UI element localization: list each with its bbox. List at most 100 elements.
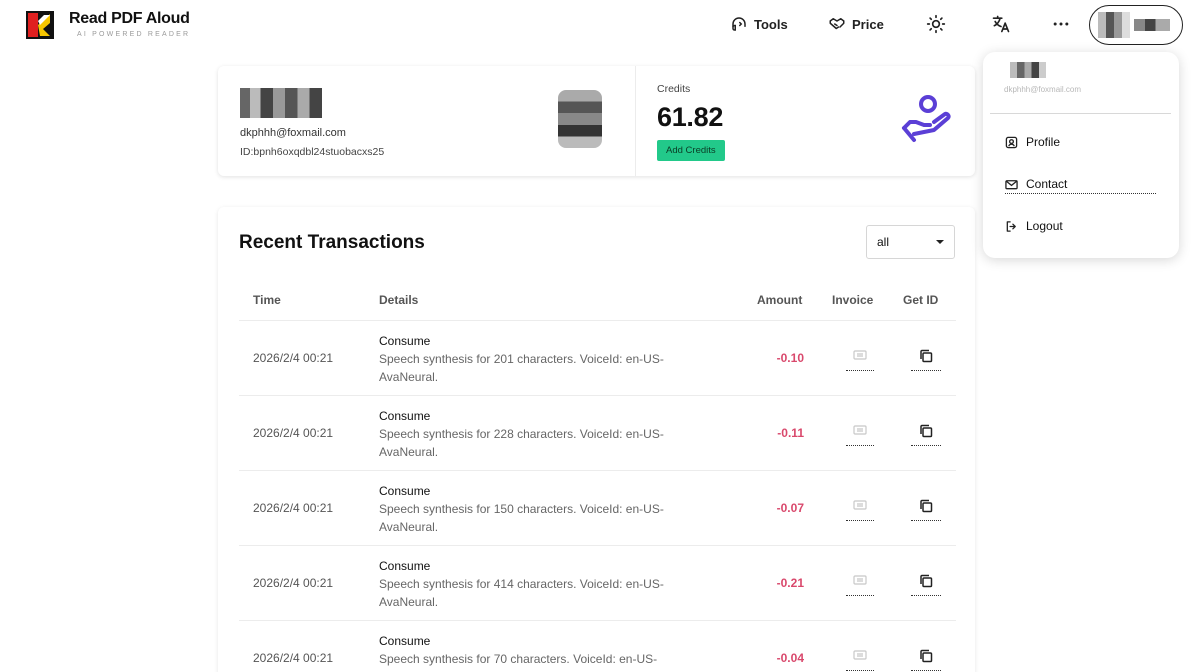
user-dropdown-menu: dkphhh@foxmail.com Profile Contact Logou… [983,52,1179,258]
row-description: Speech synthesis for 201 characters. Voi… [379,352,664,384]
transactions-title: Recent Transactions [239,232,425,253]
table-row: 2026/2/4 00:21 Consume Speech synthesis … [239,470,956,545]
row-description: Speech synthesis for 150 characters. Voi… [379,502,664,534]
receipt-icon [853,650,867,660]
copy-id-button[interactable] [911,574,941,596]
language-button[interactable] [990,13,1012,35]
column-header-get-id: Get ID [903,293,939,307]
dropdown-user-name-blurred [1010,62,1046,78]
theme-toggle-button[interactable] [925,13,947,35]
row-time: 2026/2/4 00:21 [253,351,334,365]
row-time: 2026/2/4 00:21 [253,651,334,665]
top-nav-bar: Read PDF Aloud AI POWERED READER Tools P… [0,0,1200,50]
profile-email: dkphhh@foxmail.com [240,127,346,139]
profile-icon [1005,136,1018,148]
nav-tools-label: Tools [754,16,788,32]
user-name-blurred [1134,19,1170,31]
brand-subtitle: AI POWERED READER [77,31,191,38]
row-amount: -0.11 [777,426,804,440]
copy-icon [920,574,933,588]
credits-value: 61.82 [657,102,724,132]
table-row: 2026/2/4 00:21 Consume Speech synthesis … [239,320,956,395]
row-type: Consume [379,484,431,498]
row-amount: -0.04 [776,651,804,665]
dropdown-email: dkphhh@foxmail.com [1004,85,1082,94]
more-button[interactable] [1050,13,1072,35]
profile-info: dkphhh@foxmail.com ID:bpnh6oxqdbl24stuob… [218,66,636,176]
dropdown-divider [990,113,1171,114]
nav-tools[interactable]: Tools [730,15,788,33]
row-description: Speech synthesis for 414 characters. Voi… [379,577,664,609]
nav-price[interactable]: Price [828,15,884,33]
copy-id-button[interactable] [911,424,941,446]
transactions-card: Recent Transactions all Time Details Amo… [218,207,975,672]
receipt-icon [853,425,867,435]
table-row: 2026/2/4 00:21 Consume Speech synthesis … [239,620,956,672]
transaction-filter-select[interactable]: all [866,225,955,259]
brand-title: Read PDF Aloud [69,10,190,27]
logout-icon [1006,220,1016,232]
invoice-button [846,499,874,521]
hand-coin-icon [902,95,951,142]
row-type: Consume [379,409,431,423]
card-divider [635,66,636,176]
row-type: Consume [379,634,431,648]
row-description: Speech synthesis for 70 characters. Voic… [379,652,658,672]
add-credits-button[interactable]: Add Credits [657,140,725,161]
row-type: Consume [379,559,431,573]
mail-icon [1005,179,1018,189]
user-menu-button[interactable] [1089,5,1183,45]
row-description: Speech synthesis for 228 characters. Voi… [379,427,664,459]
table-row: 2026/2/4 00:21 Consume Speech synthesis … [239,395,956,470]
copy-icon [920,649,933,663]
profile-avatar [558,90,602,148]
sun-icon [926,14,946,34]
row-time: 2026/2/4 00:21 [253,426,334,440]
copy-id-button[interactable] [911,649,941,671]
more-icon [1053,22,1069,26]
handshake-icon [829,18,845,30]
copy-icon [920,499,933,513]
copy-id-button[interactable] [911,499,941,521]
receipt-icon [853,350,867,360]
profile-id: ID:bpnh6oxqdbl24stuobacxs25 [240,146,385,158]
avatar [1098,12,1130,38]
column-header-amount: Amount [757,293,803,307]
row-amount: -0.21 [776,576,804,590]
nav-price-label: Price [852,16,884,32]
column-header-details: Details [379,293,419,307]
menu-item-contact[interactable]: Contact [1005,177,1067,191]
receipt-icon [853,575,867,585]
row-time: 2026/2/4 00:21 [253,576,334,590]
translate-icon [992,15,1010,33]
column-header-invoice: Invoice [832,293,874,307]
row-type: Consume [379,334,431,348]
chevron-down-icon [936,240,944,244]
headphones-icon [732,17,746,31]
profile-name-blurred [240,88,322,118]
copy-id-button[interactable] [911,349,941,371]
credits-label: Credits [657,83,691,95]
column-header-time: Time [253,293,281,307]
row-amount: -0.07 [776,501,804,515]
row-time: 2026/2/4 00:21 [253,501,334,515]
table-row: 2026/2/4 00:21 Consume Speech synthesis … [239,545,956,620]
menu-item-label: Logout [1026,219,1063,233]
invoice-button [846,349,874,371]
copy-icon [920,424,933,438]
menu-item-logout[interactable]: Logout [1005,219,1063,233]
brand-logo[interactable] [26,11,54,39]
receipt-icon [853,500,867,510]
menu-item-profile[interactable]: Profile [1005,135,1060,149]
profile-card: dkphhh@foxmail.com ID:bpnh6oxqdbl24stuob… [218,66,975,176]
menu-item-label: Profile [1026,135,1061,149]
filter-value: all [877,235,890,249]
copy-icon [920,349,933,363]
contact-underline [1005,193,1156,194]
brand[interactable]: Read PDF Aloud AI POWERED READER [69,10,190,38]
row-amount: -0.10 [776,351,804,365]
invoice-button [846,424,874,446]
menu-item-label: Contact [1026,177,1068,191]
invoice-button [846,649,874,671]
invoice-button [846,574,874,596]
